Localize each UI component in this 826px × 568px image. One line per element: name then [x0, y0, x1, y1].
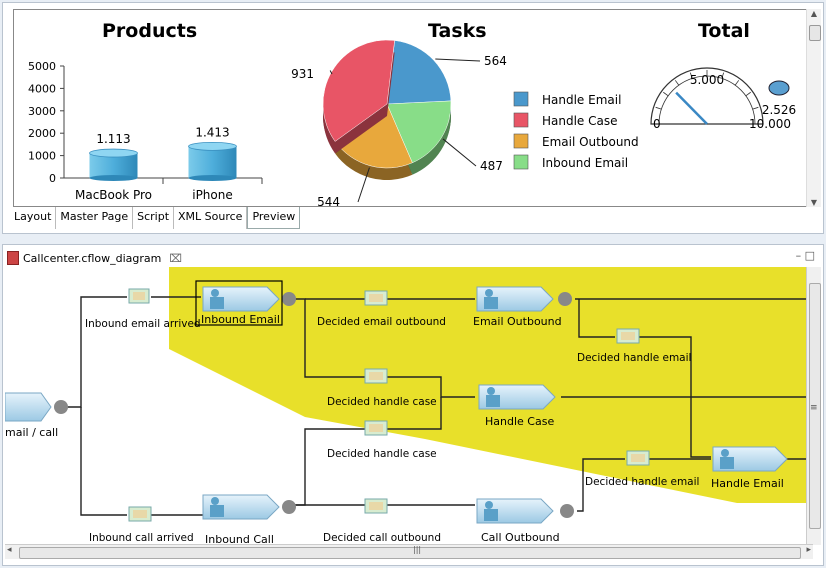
scroll-down-icon[interactable]: ▼: [807, 198, 821, 207]
legend-swatch: [513, 154, 529, 170]
total-gauge: 0 5.000 10.0002.526: [650, 67, 796, 131]
pie-value-label: 487: [480, 159, 503, 173]
label-inbound-email-arrived: Inbound email arrived: [85, 318, 201, 330]
diagram-vertical-scrollbar[interactable]: ≡: [806, 267, 821, 545]
legend-label: Handle Email: [542, 93, 621, 107]
label-handle-email: Handle Email: [711, 477, 784, 490]
tab-script[interactable]: Script: [133, 207, 175, 229]
pie-slice: [386, 40, 452, 105]
legend-swatch: [513, 112, 529, 128]
tab-xml-source[interactable]: XML Source: [174, 207, 248, 229]
legend-label: Inbound Email: [542, 156, 628, 170]
y-tick-label: 5000: [28, 60, 56, 73]
gauge-mid-label: 5.000: [690, 73, 724, 87]
event-decided-call-outbound: Decided call outbound: [323, 498, 441, 544]
scroll-right-icon[interactable]: ▸: [806, 545, 811, 555]
y-tick-label: 3000: [28, 105, 56, 118]
label-decided-email-outbound: Decided email outbound: [317, 316, 446, 328]
bar: [188, 146, 237, 178]
label-inbound-email: Inbound Email: [201, 313, 280, 326]
editor-tab-label: Callcenter.cflow_diagram: [23, 251, 162, 265]
report-tabs: Layout Master Page Script XML Source Pre…: [10, 207, 301, 229]
diagram-hscroll-thumb[interactable]: [19, 547, 801, 559]
pie-value-label: 931: [291, 67, 314, 81]
bar-value-label: 1.113: [96, 132, 130, 146]
gauge-value-label: 2.526: [762, 103, 796, 117]
label-inbound-call-arrived: Inbound call arrived: [89, 532, 194, 544]
label-call-outbound: Call Outbound: [481, 531, 560, 544]
scroll-left-icon[interactable]: ◂: [7, 545, 12, 555]
bar-value-label: 1.413: [195, 125, 229, 139]
diagram-horizontal-scrollbar[interactable]: ◂ ||| ▸: [5, 544, 813, 559]
editor-tab[interactable]: Callcenter.cflow_diagram ⌧: [7, 247, 182, 269]
diagram-editor-panel: Callcenter.cflow_diagram ⌧ – □ mail / ca…: [2, 244, 824, 566]
node-email-call: mail / call: [5, 426, 58, 439]
label-decided-handle-email-2: Decided handle email: [585, 476, 699, 488]
y-tick-label: 1000: [28, 150, 56, 163]
task-inbound-call: Inbound Call: [202, 494, 280, 545]
gauge-min-label: 0: [653, 117, 661, 131]
bar-top: [188, 141, 237, 151]
legend-swatch: [513, 91, 529, 107]
diagram-file-icon: [7, 251, 19, 265]
scroll-thumb[interactable]: [809, 25, 821, 41]
pie-value-label: 544: [317, 195, 340, 206]
label-decided-handle-case-2: Decided handle case: [327, 448, 437, 460]
report-frame: Products Tasks Total 0 1000 2000 3000 4000 50…: [13, 9, 809, 207]
products-bar-chart: 0 1000 2000 3000 4000 5000 1.113 MacBook Pro 1.4…: [28, 60, 263, 202]
tab-preview[interactable]: Preview: [247, 207, 301, 229]
legend-swatch: [513, 133, 529, 149]
pie-leader-line: [442, 138, 477, 167]
start-arrow-shape: [5, 392, 52, 422]
flow-diagram-canvas[interactable]: mail / call Inbound email arrived Inboun…: [5, 267, 813, 545]
flow-diagram: mail / call Inbound email arrived Inboun…: [5, 267, 813, 545]
grip-icon: ≡: [810, 403, 818, 413]
event-inbound-call-arrived: Inbound call arrived: [89, 506, 194, 544]
label-handle-case: Handle Case: [485, 415, 554, 428]
tab-master-page[interactable]: Master Page: [56, 207, 134, 229]
report-vertical-scrollbar[interactable]: ▲ ▼: [806, 9, 821, 207]
report-preview-panel: Products Tasks Total 0 1000 2000 3000 4000 50…: [2, 2, 824, 234]
task-handle-case: Handle Case: [478, 384, 556, 428]
bar-top: [89, 148, 138, 158]
label-decided-handle-case-1: Decided handle case: [327, 396, 437, 408]
pie-leader-line: [435, 58, 481, 62]
grip-icon: |||: [413, 545, 422, 554]
legend-label: Handle Case: [542, 114, 618, 128]
task-handle-email: Handle Email: [711, 446, 788, 490]
scroll-up-icon[interactable]: ▲: [807, 9, 821, 18]
tasks-pie-chart: 564 487 544 931: [291, 39, 507, 206]
gauge-value-marker: [768, 80, 790, 96]
legend-label: Email Outbound: [542, 135, 639, 149]
tab-layout[interactable]: Layout: [10, 207, 57, 229]
pie-value-label: 564: [484, 54, 507, 68]
close-tab-icon[interactable]: ⌧: [169, 252, 182, 265]
bar-base: [188, 175, 237, 181]
label-email-outbound: Email Outbound: [473, 315, 562, 328]
gauge-max-label: 10.000: [749, 117, 791, 131]
task-call-outbound: Call Outbound: [476, 498, 560, 544]
y-tick-label: 2000: [28, 127, 56, 140]
label-decided-handle-email-1: Decided handle email: [577, 352, 691, 364]
x-tick-label: iPhone: [192, 188, 233, 202]
tasks-legend: Handle Email Handle Case Email Outbound Inb…: [513, 91, 639, 170]
x-tick-label: MacBook Pro: [75, 188, 152, 202]
y-tick-label: 0: [49, 172, 56, 185]
bar-base: [89, 175, 138, 181]
label-decided-call-outbound: Decided call outbound: [323, 532, 441, 544]
y-tick-label: 4000: [28, 82, 56, 95]
report-charts: 0 1000 2000 3000 4000 5000 1.113 MacBook Pro 1.4…: [28, 39, 796, 206]
window-controls[interactable]: – □: [796, 249, 815, 262]
